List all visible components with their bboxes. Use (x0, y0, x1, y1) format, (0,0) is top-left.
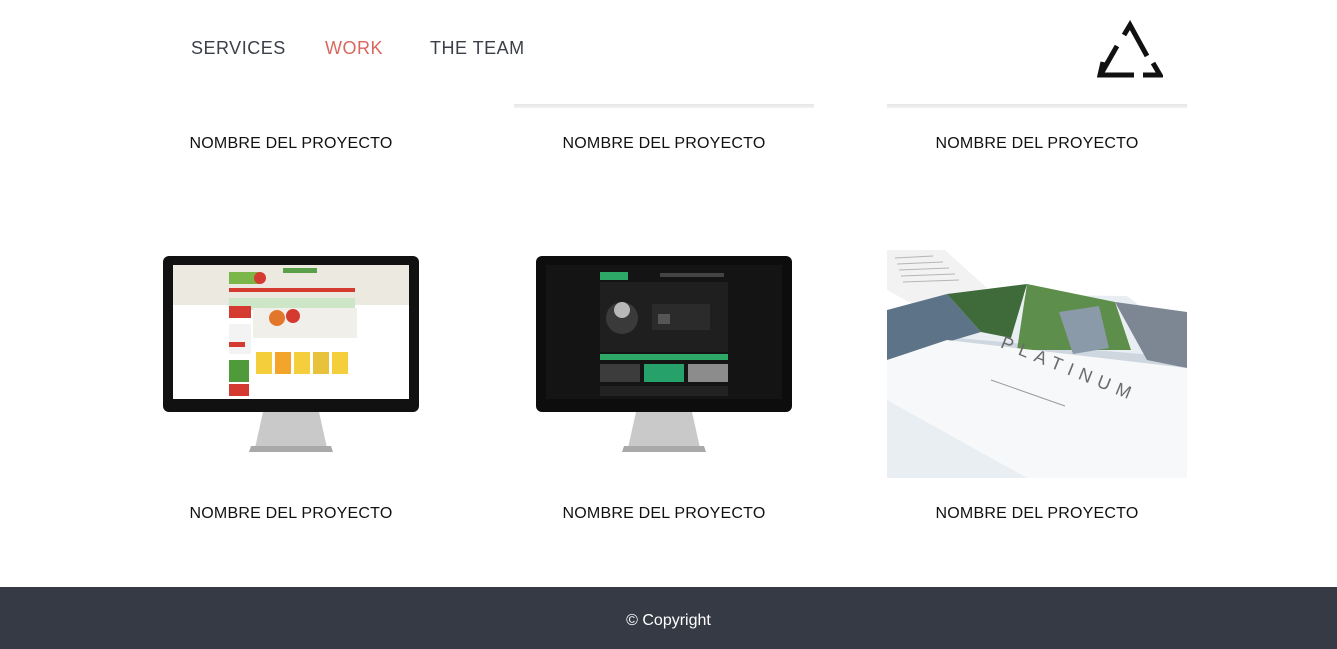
footer: © Copyright (0, 587, 1337, 649)
project-title[interactable]: NOMBRE DEL PROYECTO (141, 505, 441, 523)
triangle-logo-icon[interactable] (1097, 20, 1163, 80)
project-thumbnail-brochure[interactable]: PLATINUM (887, 250, 1187, 478)
project-title[interactable]: NOMBRE DEL PROYECTO (887, 135, 1187, 153)
project-title[interactable]: NOMBRE DEL PROYECTO (887, 505, 1187, 523)
project-thumbnail-dark-site[interactable] (514, 250, 814, 478)
project-thumb-edge (887, 104, 1187, 108)
project-thumbnail-shop[interactable] (141, 250, 441, 478)
project-title[interactable]: NOMBRE DEL PROYECTO (514, 505, 814, 523)
copyright-text: © Copyright (626, 612, 711, 629)
nav-item-the-team[interactable]: THE TEAM (430, 38, 525, 59)
top-navbar: SERVICES WORK THE TEAM (0, 0, 1337, 96)
nav-item-services[interactable]: SERVICES (191, 38, 286, 59)
project-title[interactable]: NOMBRE DEL PROYECTO (141, 135, 441, 153)
project-thumb-edge (514, 104, 814, 108)
nav-item-work[interactable]: WORK (325, 38, 383, 59)
project-title[interactable]: NOMBRE DEL PROYECTO (514, 135, 814, 153)
